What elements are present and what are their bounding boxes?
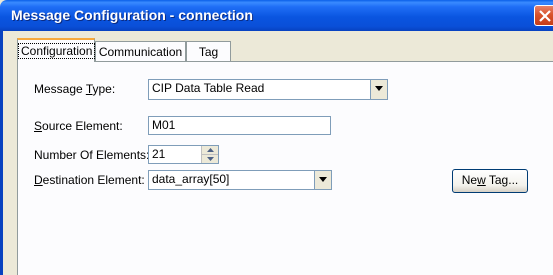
destination-element-label: Destination Element: <box>34 173 145 187</box>
arrow-down-icon <box>207 157 214 161</box>
tab-communication[interactable]: Communication <box>95 41 186 61</box>
source-element-value: M01 <box>152 118 176 132</box>
message-type-label: Message Type: <box>34 82 116 96</box>
close-button[interactable] <box>534 5 553 26</box>
message-type-dropdown-button[interactable] <box>370 80 387 99</box>
number-of-elements-label: Number Of Elements: <box>34 148 150 162</box>
new-tag-button[interactable]: New Tag... <box>452 169 528 193</box>
tab-configuration[interactable]: Configuration <box>17 38 96 62</box>
tab-tag-label: Tag <box>198 45 219 59</box>
source-element-label: Source Element: <box>34 119 123 133</box>
chevron-down-icon <box>375 86 383 91</box>
title-bar[interactable]: Message Configuration - connection <box>0 0 553 31</box>
spin-up-button[interactable] <box>202 146 218 155</box>
spin-down-button[interactable] <box>202 155 218 163</box>
arrow-up-icon <box>207 148 214 152</box>
number-of-elements-stepper[interactable]: 21 <box>148 145 219 164</box>
number-of-elements-value: 21 <box>152 147 166 161</box>
source-element-input[interactable]: M01 <box>148 116 331 135</box>
window-title: Message Configuration - connection <box>11 7 253 23</box>
chevron-down-icon <box>319 177 327 182</box>
dialog-window: Message Configuration - connection Confi… <box>0 0 553 275</box>
message-type-value: CIP Data Table Read <box>152 81 265 95</box>
tab-tag[interactable]: Tag <box>186 41 231 61</box>
message-type-select[interactable]: CIP Data Table Read <box>148 79 388 100</box>
close-icon <box>539 10 551 22</box>
destination-element-dropdown-button[interactable] <box>314 171 331 189</box>
tab-communication-label: Communication <box>98 45 183 59</box>
tab-configuration-label: Configuration <box>18 43 96 59</box>
destination-element-select[interactable]: data_array[50] <box>148 170 332 190</box>
destination-element-value: data_array[50] <box>152 172 230 186</box>
spin-buttons[interactable] <box>201 146 218 163</box>
